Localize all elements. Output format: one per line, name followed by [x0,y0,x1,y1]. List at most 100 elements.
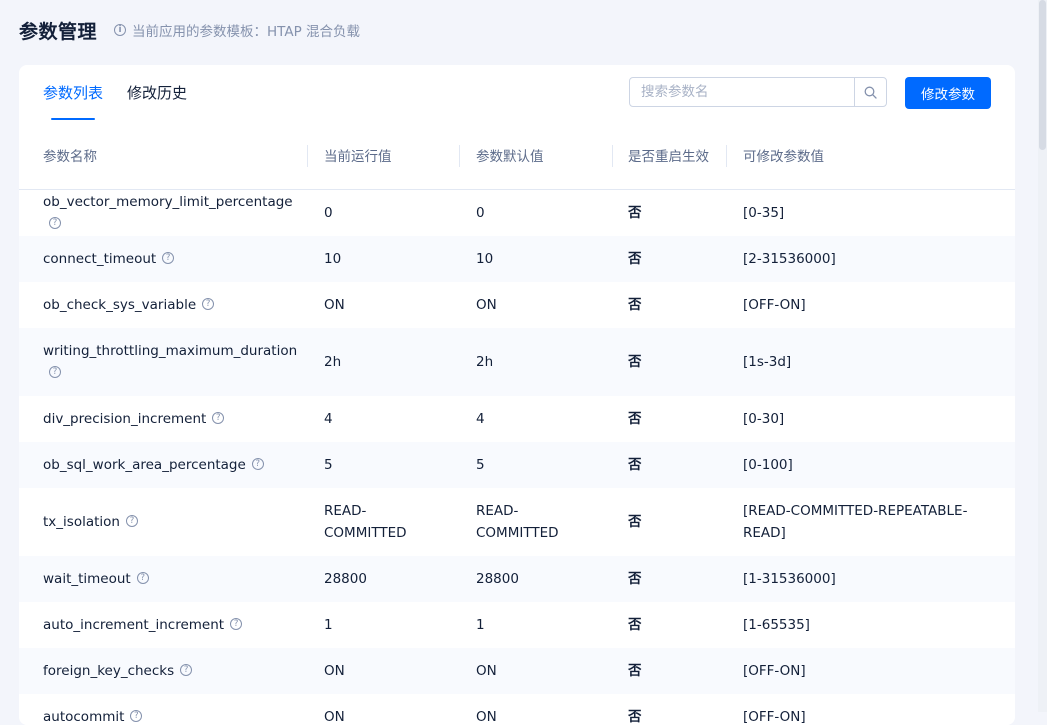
table-row: autocommit? ON ON 否 [OFF-ON] [19,694,1015,725]
cell-restart-required: 否 [628,205,642,221]
parameter-name: tx_isolation [43,514,120,530]
question-circle-icon[interactable]: ? [125,515,138,527]
cell-current-value: 10 [324,251,342,267]
cell-restart-required: 否 [628,354,642,370]
page-scrollbar[interactable] [1038,0,1047,712]
parameter-name: ob_sql_work_area_percentage [43,457,246,473]
cell-current-value: 0 [324,205,333,221]
cell-parameter-name: foreign_key_checks? [19,648,307,694]
search-input[interactable] [630,78,854,106]
table-row: auto_increment_increment? 1 1 否 [1-65535] [19,602,1015,648]
parameter-card: 参数列表 修改历史 修改参数 参数名称 当前运行值 参数默认值 是否重启生效 可… [19,65,1015,725]
question-circle-icon[interactable]: ? [212,412,225,424]
cell-parameter-name: wait_timeout? [19,556,307,602]
cell-restart-required: 否 [628,514,642,530]
info-icon: i [114,24,127,36]
question-circle-icon[interactable]: ? [230,618,243,630]
question-circle-icon[interactable]: ? [136,572,149,584]
cell-modifiable-range: [0-100] [743,457,793,473]
parameter-name: autocommit [43,709,125,725]
cell-restart-required: 否 [628,663,642,679]
cell-parameter-name: tx_isolation? [19,488,307,556]
table-row: connect_timeout? 10 10 否 [2-31536000] [19,236,1015,282]
column-header-restart[interactable]: 是否重启生效 [612,125,726,189]
table-row: tx_isolation? READ-COMMITTED READ-COMMITTE… [19,488,1015,556]
cell-default-value: 10 [476,251,494,267]
cell-current-value: ON [324,709,345,725]
cell-modifiable-range: [2-31536000] [743,251,836,267]
cell-modifiable-range: [1s-3d] [743,354,792,370]
cell-restart-required: 否 [628,297,642,313]
page-header: 参数管理 i 当前应用的参数模板：HTAP 混合负载 [19,16,360,44]
column-header-range[interactable]: 可修改参数值 [726,125,1015,189]
table-row: foreign_key_checks? ON ON 否 [OFF-ON] [19,648,1015,694]
column-header-current[interactable]: 当前运行值 [307,125,459,189]
cell-current-value: 1 [324,617,333,633]
table-row: ob_check_sys_variable? ON ON 否 [OFF-ON] [19,282,1015,328]
column-header-default[interactable]: 参数默认值 [459,125,612,189]
cell-current-value: ON [324,297,345,313]
question-circle-icon[interactable]: ? [180,664,193,676]
table-row: wait_timeout? 28800 28800 否 [1-31536000] [19,556,1015,602]
cell-parameter-name: connect_timeout? [19,236,307,282]
question-circle-icon[interactable]: ? [251,458,264,470]
cell-parameter-name: autocommit? [19,694,307,725]
cell-default-value: READ-COMMITTED [476,503,559,541]
parameter-name: wait_timeout [43,571,131,587]
cell-default-value: 1 [476,617,485,633]
cell-restart-required: 否 [628,709,642,725]
cell-restart-required: 否 [628,617,642,633]
parameter-name: connect_timeout [43,251,157,267]
search-icon [864,86,877,99]
modify-parameter-button[interactable]: 修改参数 [905,77,991,109]
parameter-name: writing_throttling_maximum_duration [43,343,298,359]
table-header: 参数名称 当前运行值 参数默认值 是否重启生效 可修改参数值 [19,125,1015,190]
cell-modifiable-range: [0-35] [743,205,785,221]
cell-default-value: 2h [476,354,494,370]
cell-modifiable-range: [0-30] [743,411,785,427]
table-body: ob_vector_memory_limit_percentage? 0 0 否 [0-… [19,190,1015,725]
cell-parameter-name: auto_increment_increment? [19,602,307,648]
cell-modifiable-range: [OFF-ON] [743,297,806,313]
table-row: div_precision_increment? 4 4 否 [0-30] [19,396,1015,442]
cell-current-value: 4 [324,411,333,427]
cell-restart-required: 否 [628,251,642,267]
cell-default-value: ON [476,297,497,313]
cell-restart-required: 否 [628,457,642,473]
question-circle-icon[interactable]: ? [49,366,61,378]
cell-parameter-name: ob_check_sys_variable? [19,282,307,328]
column-header-name[interactable]: 参数名称 [19,125,307,189]
cell-current-value: 2h [324,354,342,370]
cell-default-value: ON [476,663,497,679]
question-circle-icon[interactable]: ? [162,252,175,264]
cell-current-value: 5 [324,457,333,473]
question-circle-icon[interactable]: ? [202,298,215,310]
search-button[interactable] [854,78,886,106]
cell-parameter-name: ob_sql_work_area_percentage? [19,442,307,488]
parameter-name: foreign_key_checks [43,663,175,679]
table-row: ob_vector_memory_limit_percentage? 0 0 否 [0-… [19,190,1015,236]
cell-parameter-name: ob_vector_memory_limit_percentage? [19,190,307,236]
cell-restart-required: 否 [628,571,642,587]
cell-modifiable-range: [1-31536000] [743,571,836,587]
tab-parameter-list[interactable]: 参数列表 [43,81,103,120]
tab-modify-history[interactable]: 修改历史 [127,81,187,120]
cell-default-value: 4 [476,411,485,427]
cell-current-value: 28800 [324,571,367,587]
cell-restart-required: 否 [628,411,642,427]
parameter-table: 参数名称 当前运行值 参数默认值 是否重启生效 可修改参数值 ob_vector… [19,125,1015,725]
parameter-name: div_precision_increment [43,411,207,427]
cell-current-value: READ-COMMITTED [324,503,407,541]
cell-current-value: ON [324,663,345,679]
scrollbar-thumb[interactable] [1039,0,1046,150]
page-title: 参数管理 [19,20,98,43]
cell-parameter-name: div_precision_increment? [19,396,307,442]
parameter-name: auto_increment_increment [43,617,225,633]
tab-bar: 参数列表 修改历史 [43,81,211,120]
cell-default-value: 0 [476,205,485,221]
template-note-text: 当前应用的参数模板：HTAP 混合负载 [132,24,361,40]
cell-modifiable-range: [OFF-ON] [743,663,806,679]
question-circle-icon[interactable]: ? [49,217,61,229]
template-note: i 当前应用的参数模板：HTAP 混合负载 [114,20,360,40]
table-row: ob_sql_work_area_percentage? 5 5 否 [0-100] [19,442,1015,488]
